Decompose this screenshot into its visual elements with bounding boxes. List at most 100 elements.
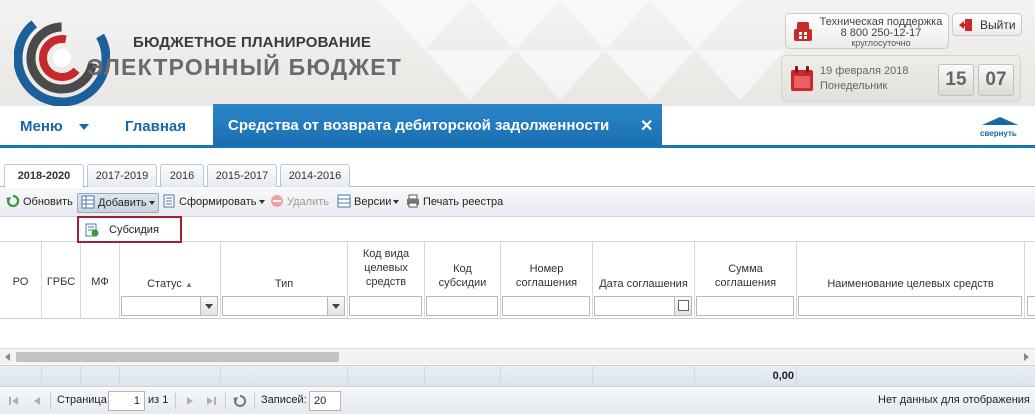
first-page-button[interactable] [8,394,22,408]
status-filter-dropdown[interactable] [200,297,217,315]
menu-button[interactable]: Меню [20,118,63,135]
column-agreement-sum[interactable]: Сумма соглашения [695,242,797,319]
column-target-name-label: Наименование целевых средств [827,278,994,290]
prev-page-button[interactable] [30,394,44,408]
column-type-label: Тип [274,278,294,290]
pager-separator [50,393,51,409]
current-weekday: Понедельник [820,80,888,92]
column-type[interactable]: Тип [221,242,348,319]
target-code-filter-input[interactable] [349,296,422,316]
first-page-icon [9,397,11,405]
grid-toolbar: Обновить Добавить Сформировать Удалить В… [0,188,1035,217]
summary-cell [425,366,501,386]
column-agreement-sum-label-1: Сумма [728,263,763,275]
dropdown-arrow-icon [258,200,265,205]
page-number-input[interactable]: 1 [108,391,145,411]
date-picker-button[interactable] [674,297,691,315]
scroll-left-icon[interactable] [5,353,10,361]
column-agreement-date[interactable]: Дата соглашения [593,242,695,319]
column-agreement-sum-label-2: соглашения [714,277,777,289]
collapse-button[interactable]: свернуть [976,114,1024,140]
subsidy-code-filter-input[interactable] [426,296,498,316]
delete-label: Удалить [287,196,329,208]
column-status-label: Статус ▲ [147,278,193,290]
clock-minutes: 07 [978,64,1014,96]
column-mf[interactable]: МФ [81,242,120,319]
column-agreement-number[interactable]: Номер соглашения [501,242,593,319]
type-filter-select[interactable] [222,296,345,316]
refresh-icon[interactable] [233,394,247,408]
chevron-down-icon [205,304,213,309]
brand-subtitle: БЮДЖЕТНОЕ ПЛАНИРОВАНИЕ [133,34,372,51]
add-label: Добавить [98,197,147,209]
pager-separator [254,393,255,409]
tab-year-2017-2019[interactable]: 2017-2019 [87,164,157,187]
tab-year-2018-2020[interactable]: 2018-2020 [4,164,84,188]
summary-cell [42,366,81,386]
horizontal-scrollbar[interactable] [0,348,1035,364]
summary-row: 0,00 [0,365,1035,387]
column-agreement-number-label-1: Номер [529,263,564,275]
column-target-code[interactable]: Код вида целевых средств [348,242,425,319]
column-agreement-date-label: Дата соглашения [599,278,688,290]
next-page-button[interactable] [183,394,197,408]
summary-cell [348,366,425,386]
refresh-button[interactable]: Обновить [6,193,73,213]
summary-total-sum: 0,00 [772,370,794,382]
summary-cell [221,366,348,386]
status-filter-select[interactable] [121,296,218,316]
home-link[interactable]: Главная [125,118,186,135]
versions-icon [337,194,351,208]
versions-button[interactable]: Версии [337,193,400,213]
agreement-date-filter-input[interactable] [594,296,692,316]
menu-item-subsidy[interactable]: Субсидия [109,224,159,236]
column-subsidy-code[interactable]: Код субсидии [425,242,501,319]
agreement-number-filter-input[interactable] [502,296,590,316]
close-icon[interactable]: ✕ [640,116,653,136]
tab-year-2016[interactable]: 2016 [160,164,204,187]
type-filter-dropdown[interactable] [327,297,344,315]
column-grbs-label: ГРБС [46,276,76,288]
dropdown-arrow-icon [148,201,155,206]
column-status[interactable]: Статус ▲ [120,242,221,319]
target-name-filter-input[interactable] [798,296,1022,316]
print-label: Печать реестра [423,196,504,208]
print-registry-button[interactable]: Печать реестра [406,193,503,213]
add-dropdown-menu: Субсидия [77,216,182,243]
delete-button[interactable]: Удалить [270,193,329,213]
no-data-status: Нет данных для отображения [878,394,1030,406]
records-per-page-input[interactable]: 20 [309,391,341,411]
add-button[interactable]: Добавить [77,193,159,213]
column-ro[interactable]: РО [0,242,42,319]
tab-year-2015-2017[interactable]: 2015-2017 [207,164,277,187]
overflow-filter-input[interactable] [1027,296,1035,316]
tech-support-button[interactable]: Техническая поддержка 8 800 250-12-17 кр… [785,13,949,49]
sort-asc-icon: ▲ [184,280,193,289]
column-target-code-label-2: целевых [364,262,408,274]
scrollbar-thumb[interactable] [16,352,339,362]
collapse-label: свернуть [980,129,1017,138]
summary-cell [593,366,695,386]
calendar-icon [678,300,689,311]
clock-hours: 15 [938,64,974,96]
table-add-icon [81,195,95,209]
tab-receivables-return[interactable]: Средства от возврата дебиторской задолже… [213,104,662,146]
year-tabs: 2018-2020 2017-2019 2016 2015-2017 2014-… [0,151,1035,188]
last-page-button[interactable] [204,394,218,408]
scroll-right-icon[interactable] [1024,353,1029,361]
column-target-name[interactable]: Наименование целевых средств [797,242,1025,319]
chevron-down-icon[interactable] [79,124,89,130]
brand-title: ЭЛЕКТРОННЫЙ БЮДЖЕТ [87,54,403,80]
column-subsidy-code-label-2: субсидии [438,277,487,289]
tab-year-2014-2016[interactable]: 2014-2016 [280,164,350,187]
exit-button[interactable]: Выйти [952,13,1022,36]
form-button[interactable]: Сформировать [162,193,265,213]
agreement-sum-filter-input[interactable] [696,296,794,316]
column-grbs[interactable]: ГРБС [42,242,81,319]
printer-icon [407,194,419,208]
support-phone-icon [794,22,812,41]
summary-cell [501,366,593,386]
column-overflow [1025,242,1035,319]
column-target-code-label-3: средств [365,276,407,288]
pager-separator [225,393,226,409]
